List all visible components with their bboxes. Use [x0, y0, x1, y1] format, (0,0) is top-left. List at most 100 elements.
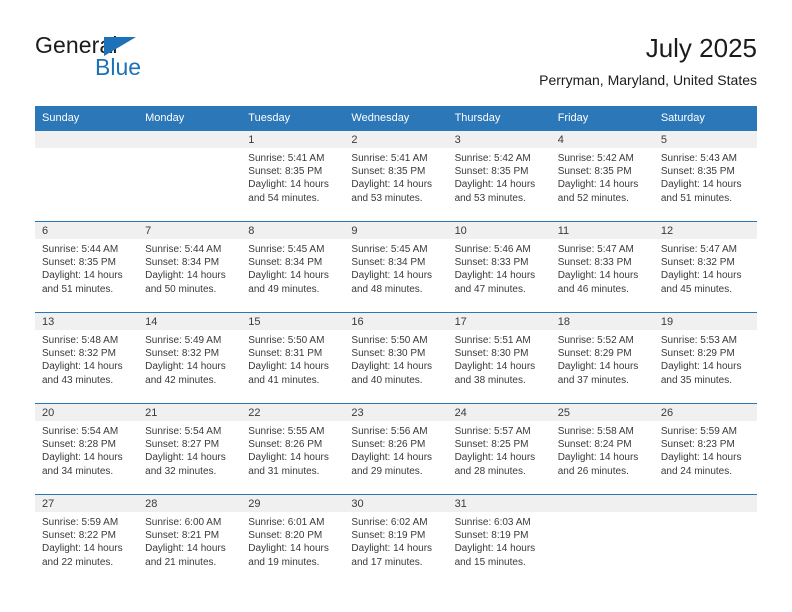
day-cell-inner: 20 Sunrise: 5:54 AM Sunset: 8:28 PM Dayligh… — [35, 404, 139, 494]
calendar-day-cell[interactable]: 7 Sunrise: 5:44 AM Sunset: 8:34 PM Daylight… — [138, 221, 242, 313]
day-details: Sunrise: 5:47 AM Sunset: 8:33 PM Daylight:… — [551, 239, 654, 296]
sunset-text: Sunset: 8:35 PM — [351, 166, 426, 178]
title-block: July 2025 Perryman, Maryland, United Sta… — [539, 32, 757, 89]
calendar-body: 1 Sunrise: 5:41 AM Sunset: 8:35 PM Daylight… — [35, 131, 757, 585]
calendar-day-cell[interactable]: 15 Sunrise: 5:50 AM Sunset: 8:31 PM Dayligh… — [241, 312, 345, 404]
daylight-text: Daylight: 14 hours and 54 minutes. — [248, 179, 329, 204]
day-details: Sunrise: 6:02 AM Sunset: 8:19 PM Daylight:… — [344, 512, 447, 569]
day-cell-inner: 1 Sunrise: 5:41 AM Sunset: 8:35 PM Daylight… — [241, 131, 345, 221]
day-number — [550, 495, 654, 512]
brand-logo[interactable]: General Blue — [35, 32, 265, 88]
day-details: Sunrise: 6:01 AM Sunset: 8:20 PM Daylight:… — [241, 512, 344, 569]
calendar-day-cell[interactable]: 23 Sunrise: 5:56 AM Sunset: 8:26 PM Dayligh… — [344, 403, 448, 495]
sunrise-text: Sunrise: 5:47 AM — [660, 244, 737, 255]
calendar-day-cell[interactable]: 9 Sunrise: 5:45 AM Sunset: 8:34 PM Daylight… — [344, 221, 448, 313]
day-number: 31 — [447, 495, 551, 512]
day-details: Sunrise: 5:46 AM Sunset: 8:33 PM Daylight:… — [448, 239, 551, 296]
day-cell-inner: 31 Sunrise: 6:03 AM Sunset: 8:19 PM Dayligh… — [447, 495, 551, 585]
day-number: 3 — [447, 131, 551, 148]
calendar-day-cell[interactable]: 27 Sunrise: 5:59 AM Sunset: 8:22 PM Dayligh… — [35, 494, 139, 585]
calendar-week-row: 27 Sunrise: 5:59 AM Sunset: 8:22 PM Dayligh… — [35, 494, 757, 585]
calendar-day-cell[interactable]: 30 Sunrise: 6:02 AM Sunset: 8:19 PM Dayligh… — [344, 494, 448, 585]
day-details: Sunrise: 5:58 AM Sunset: 8:24 PM Daylight:… — [551, 421, 654, 478]
calendar-day-cell[interactable]: 22 Sunrise: 5:55 AM Sunset: 8:26 PM Dayligh… — [241, 403, 345, 495]
sunrise-text: Sunrise: 5:56 AM — [351, 426, 428, 437]
day-number: 6 — [35, 222, 139, 239]
sunrise-text: Sunrise: 5:53 AM — [660, 335, 737, 346]
day-number: 13 — [35, 313, 139, 330]
day-cell-inner: 13 Sunrise: 5:48 AM Sunset: 8:32 PM Dayligh… — [35, 313, 139, 403]
calendar-day-cell[interactable]: 25 Sunrise: 5:58 AM Sunset: 8:24 PM Dayligh… — [550, 403, 654, 495]
calendar-day-cell[interactable]: 28 Sunrise: 6:00 AM Sunset: 8:21 PM Dayligh… — [138, 494, 242, 585]
calendar-day-cell[interactable]: 12 Sunrise: 5:47 AM Sunset: 8:32 PM Dayligh… — [653, 221, 757, 313]
daylight-text: Daylight: 14 hours and 38 minutes. — [454, 361, 536, 386]
sunset-text: Sunset: 8:19 PM — [454, 530, 529, 542]
day-cell-inner: 7 Sunrise: 5:44 AM Sunset: 8:34 PM Daylight… — [138, 222, 242, 312]
weekday-header-saturday: Saturday — [653, 106, 757, 131]
calendar-day-cell[interactable]: 21 Sunrise: 5:54 AM Sunset: 8:27 PM Dayligh… — [138, 403, 242, 495]
calendar-day-cell[interactable]: 26 Sunrise: 5:59 AM Sunset: 8:23 PM Dayligh… — [653, 403, 757, 495]
day-details: Sunrise: 5:53 AM Sunset: 8:29 PM Daylight:… — [654, 330, 757, 387]
sunrise-text: Sunrise: 5:42 AM — [454, 153, 531, 164]
calendar-day-cell[interactable]: 18 Sunrise: 5:52 AM Sunset: 8:29 PM Dayligh… — [550, 312, 654, 404]
weekday-header-monday: Monday — [138, 106, 242, 131]
calendar-day-cell[interactable]: 6 Sunrise: 5:44 AM Sunset: 8:35 PM Daylight… — [35, 221, 139, 313]
day-details: Sunrise: 5:41 AM Sunset: 8:35 PM Daylight:… — [241, 148, 344, 205]
calendar-day-cell[interactable]: 20 Sunrise: 5:54 AM Sunset: 8:28 PM Dayligh… — [35, 403, 139, 495]
calendar-day-cell[interactable]: 24 Sunrise: 5:57 AM Sunset: 8:25 PM Dayligh… — [447, 403, 551, 495]
calendar-day-cell[interactable]: 29 Sunrise: 6:01 AM Sunset: 8:20 PM Dayligh… — [241, 494, 345, 585]
sunrise-text: Sunrise: 5:50 AM — [351, 335, 428, 346]
calendar-day-cell[interactable]: 8 Sunrise: 5:45 AM Sunset: 8:34 PM Daylight… — [241, 221, 345, 313]
day-number: 22 — [241, 404, 345, 421]
calendar-day-cell[interactable]: 13 Sunrise: 5:48 AM Sunset: 8:32 PM Dayligh… — [35, 312, 139, 404]
day-details: Sunrise: 5:45 AM Sunset: 8:34 PM Daylight:… — [241, 239, 344, 296]
day-cell-inner: 22 Sunrise: 5:55 AM Sunset: 8:26 PM Dayligh… — [241, 404, 345, 494]
sunset-text: Sunset: 8:32 PM — [660, 257, 735, 269]
day-details: Sunrise: 5:43 AM Sunset: 8:35 PM Daylight:… — [654, 148, 757, 205]
sunrise-text: Sunrise: 5:43 AM — [660, 153, 737, 164]
calendar-day-cell[interactable]: 4 Sunrise: 5:42 AM Sunset: 8:35 PM Daylight… — [550, 131, 654, 222]
day-number — [35, 131, 139, 148]
calendar-day-cell[interactable]: 1 Sunrise: 5:41 AM Sunset: 8:35 PM Daylight… — [241, 131, 345, 222]
calendar-day-cell[interactable]: 5 Sunrise: 5:43 AM Sunset: 8:35 PM Daylight… — [653, 131, 757, 222]
daylight-text: Daylight: 14 hours and 26 minutes. — [557, 452, 639, 477]
day-number — [138, 131, 242, 148]
calendar-day-cell[interactable]: 10 Sunrise: 5:46 AM Sunset: 8:33 PM Dayligh… — [447, 221, 551, 313]
calendar-week-row: 6 Sunrise: 5:44 AM Sunset: 8:35 PM Daylight… — [35, 221, 757, 313]
sunset-text: Sunset: 8:34 PM — [145, 257, 220, 269]
calendar-day-cell[interactable]: 11 Sunrise: 5:47 AM Sunset: 8:33 PM Dayligh… — [550, 221, 654, 313]
sunrise-text: Sunrise: 5:59 AM — [660, 426, 737, 437]
day-cell-inner: 28 Sunrise: 6:00 AM Sunset: 8:21 PM Dayligh… — [138, 495, 242, 585]
day-cell-inner: 16 Sunrise: 5:50 AM Sunset: 8:30 PM Dayligh… — [344, 313, 448, 403]
sunset-text: Sunset: 8:27 PM — [145, 439, 220, 451]
day-details — [35, 148, 138, 152]
sunrise-text: Sunrise: 5:58 AM — [557, 426, 634, 437]
sunset-text: Sunset: 8:34 PM — [248, 257, 323, 269]
page-title: July 2025 — [645, 33, 757, 63]
day-details: Sunrise: 5:50 AM Sunset: 8:30 PM Daylight:… — [344, 330, 447, 387]
day-details: Sunrise: 5:47 AM Sunset: 8:32 PM Daylight:… — [654, 239, 757, 296]
calendar-day-cell[interactable]: 17 Sunrise: 5:51 AM Sunset: 8:30 PM Dayligh… — [447, 312, 551, 404]
calendar-day-cell[interactable]: 3 Sunrise: 5:42 AM Sunset: 8:35 PM Daylight… — [447, 131, 551, 222]
calendar-day-cell[interactable]: 19 Sunrise: 5:53 AM Sunset: 8:29 PM Dayligh… — [653, 312, 757, 404]
sunset-text: Sunset: 8:24 PM — [557, 439, 632, 451]
weekday-header-friday: Friday — [550, 106, 654, 131]
calendar-day-cell[interactable]: 2 Sunrise: 5:41 AM Sunset: 8:35 PM Daylight… — [344, 131, 448, 222]
sunrise-text: Sunrise: 5:51 AM — [454, 335, 531, 346]
day-cell-inner: 24 Sunrise: 5:57 AM Sunset: 8:25 PM Dayligh… — [447, 404, 551, 494]
calendar-header-row: Sunday Monday Tuesday Wednesday Thursday… — [35, 106, 757, 131]
day-details: Sunrise: 5:50 AM Sunset: 8:31 PM Daylight:… — [241, 330, 344, 387]
sunrise-text: Sunrise: 5:49 AM — [145, 335, 222, 346]
calendar-day-cell[interactable]: 16 Sunrise: 5:50 AM Sunset: 8:30 PM Dayligh… — [344, 312, 448, 404]
day-details: Sunrise: 5:52 AM Sunset: 8:29 PM Daylight:… — [551, 330, 654, 387]
calendar-day-cell[interactable]: 14 Sunrise: 5:49 AM Sunset: 8:32 PM Dayligh… — [138, 312, 242, 404]
sunset-text: Sunset: 8:30 PM — [351, 348, 426, 360]
daylight-text: Daylight: 14 hours and 31 minutes. — [248, 452, 329, 477]
daylight-text: Daylight: 14 hours and 29 minutes. — [351, 452, 433, 477]
day-number: 21 — [138, 404, 242, 421]
calendar-day-cell[interactable]: 31 Sunrise: 6:03 AM Sunset: 8:19 PM Dayligh… — [447, 494, 551, 585]
day-number: 28 — [138, 495, 242, 512]
calendar-week-row: 13 Sunrise: 5:48 AM Sunset: 8:32 PM Dayligh… — [35, 312, 757, 404]
sunrise-text: Sunrise: 5:54 AM — [145, 426, 222, 437]
sunset-text: Sunset: 8:34 PM — [351, 257, 426, 269]
